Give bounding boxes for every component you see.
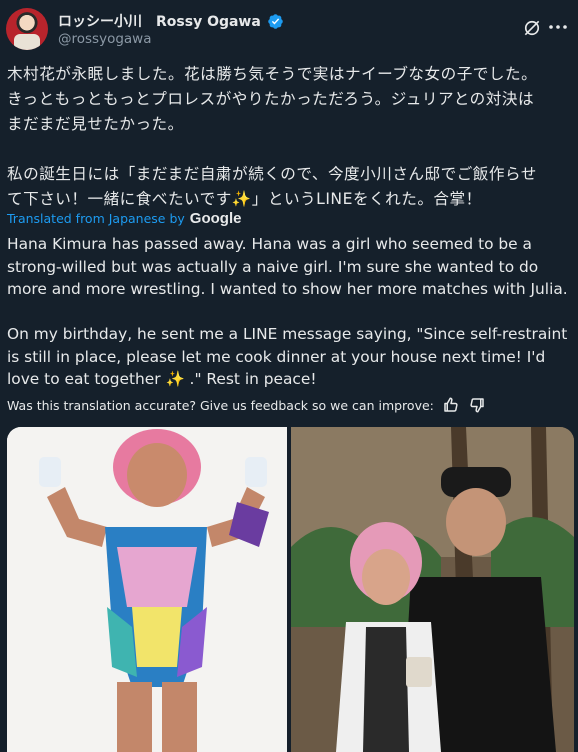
google-logo: Google xyxy=(189,210,242,227)
more-options-icon[interactable] xyxy=(548,20,568,34)
photo-with-author-image xyxy=(291,427,574,752)
author-handle[interactable]: @rossyogawa xyxy=(58,31,152,47)
translation-attribution: Translated from Japanese by Google xyxy=(7,210,241,227)
thumbs-up-icon[interactable] xyxy=(442,396,460,414)
tweet-media xyxy=(7,427,574,752)
translated-label[interactable]: Translated from Japanese by xyxy=(7,211,185,226)
thumbs-down-icon[interactable] xyxy=(468,396,486,414)
verified-badge-icon xyxy=(268,13,283,29)
tweet-text-english: Hana Kimura has passed away. Hana was a … xyxy=(7,235,568,388)
tweet-header: ロッシー小川 Rossy Ogawa @rossyogawa xyxy=(6,6,568,50)
grok-icon[interactable] xyxy=(522,18,542,38)
tweet-text-japanese: 木村花が永眠しました。花は勝ち気そうで実はナイーブな女の子でした。 きっともっと… xyxy=(7,65,538,208)
photo-wrestler[interactable] xyxy=(7,427,287,752)
photo-with-author[interactable] xyxy=(291,427,574,752)
photo-wrestler-image xyxy=(7,427,287,752)
author-name-row: ロッシー小川 Rossy Ogawa xyxy=(58,11,284,31)
translation-feedback: Was this translation accurate? Give us f… xyxy=(7,396,486,414)
feedback-prompt: Was this translation accurate? Give us f… xyxy=(7,397,434,413)
author-display-name[interactable]: ロッシー小川 Rossy Ogawa xyxy=(58,11,261,31)
author-avatar[interactable] xyxy=(6,8,48,50)
